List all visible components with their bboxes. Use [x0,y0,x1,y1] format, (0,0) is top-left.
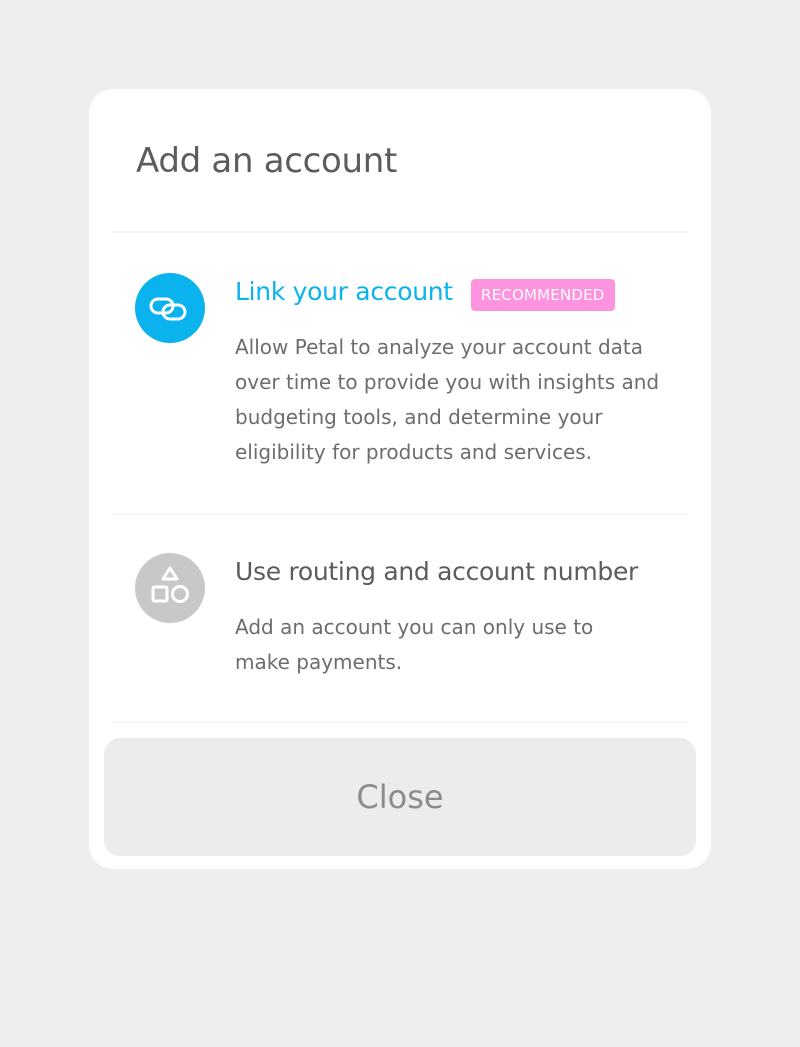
close-button[interactable]: Close [104,738,696,856]
routing-number-option[interactable]: Use routing and account number Add an ac… [89,515,711,721]
routing-number-description: Add an account you can only use to make … [235,615,594,674]
link-account-option[interactable]: Link your account RECOMMENDED Allow Peta… [89,89,711,513]
recommended-badge: RECOMMENDED [471,279,615,311]
link-account-title: Link your account [235,277,453,306]
add-account-modal: Add an account Link your account RECOMME… [89,89,711,869]
link-rings-icon [135,273,205,343]
routing-number-title: Use routing and account number [235,557,639,586]
divider [113,721,687,723]
link-account-description: Allow Petal to analyze your account data… [235,335,660,464]
shapes-icon [135,553,205,623]
